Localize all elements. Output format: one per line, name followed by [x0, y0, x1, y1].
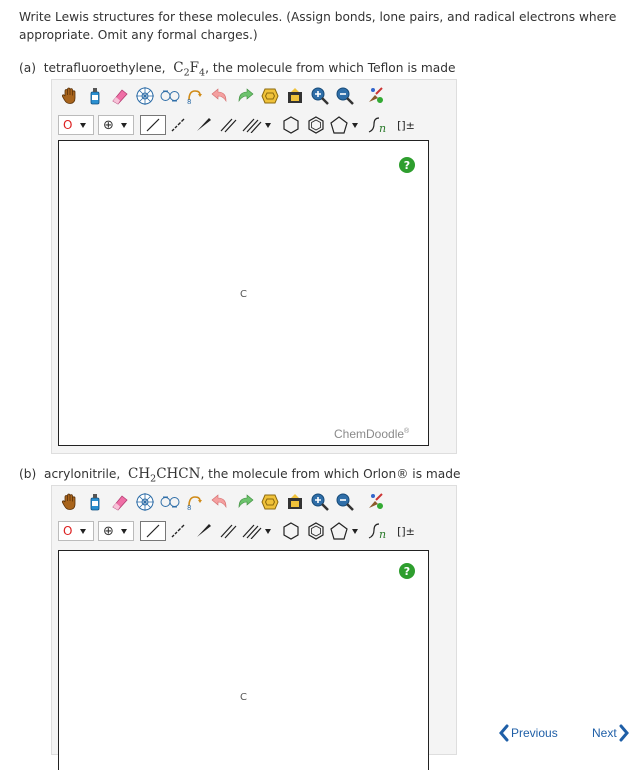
ring-select[interactable] — [329, 115, 358, 135]
element-select[interactable]: O — [58, 521, 94, 541]
bracket-charge-icon[interactable]: []± — [393, 114, 419, 136]
chevron-left-icon — [499, 724, 509, 742]
charge-select[interactable]: ⊕ — [98, 115, 134, 135]
charge-select[interactable]: ⊕ — [98, 521, 134, 541]
svg-text:8: 8 — [187, 504, 191, 512]
canvas-atom[interactable]: C — [240, 289, 247, 300]
clean-structure-icon[interactable] — [364, 491, 388, 513]
single-bond-icon[interactable] — [140, 521, 166, 541]
template-icon[interactable] — [258, 491, 282, 513]
center-molecule-icon[interactable] — [133, 85, 157, 107]
chevron-right-icon — [619, 724, 629, 742]
sgroup-repeat-icon[interactable]: n — [366, 114, 392, 136]
drawing-canvas-b[interactable]: ? C — [58, 550, 429, 770]
flip-vertical-icon[interactable]: 8 — [183, 491, 207, 513]
zoom-out-icon[interactable] — [333, 85, 357, 107]
svg-text:n: n — [379, 528, 386, 541]
question-b-formula: CH2CHCN — [128, 466, 201, 485]
question-a-name: tetrafluoroethylene, — [43, 61, 166, 75]
question-a-formula: C2F4 — [173, 60, 206, 79]
next-label: Next — [592, 726, 617, 740]
question-b-label: (b) — [19, 467, 37, 481]
question-a-line: (a) tetrafluoroethylene, C2F4, the molec… — [19, 60, 456, 79]
chemdoodle-editor-a: 8 O ⊕ n []± ? C ChemDoodle® — [51, 79, 457, 454]
triple-bond-select[interactable] — [242, 523, 271, 539]
undo-icon[interactable] — [208, 85, 232, 107]
triple-bond-select[interactable] — [242, 117, 271, 133]
clean-structure-icon[interactable] — [364, 85, 388, 107]
eraser-icon[interactable] — [108, 85, 132, 107]
single-bond-icon[interactable] — [140, 115, 166, 135]
wedge-bond-icon[interactable] — [192, 114, 216, 136]
svg-text:8: 8 — [187, 98, 191, 106]
flip-molecule-icon[interactable] — [158, 491, 182, 513]
eraser-icon[interactable] — [108, 491, 132, 513]
cyclohexane-icon[interactable] — [279, 114, 303, 136]
toolbar-row-2: O ⊕ n []± — [58, 519, 420, 543]
hand-pan-icon[interactable] — [58, 85, 82, 107]
chemdoodle-brand: ChemDoodle® — [334, 427, 410, 441]
chemdoodle-editor-b: 8 O ⊕ n []± ? C — [51, 485, 457, 770]
next-button[interactable]: Next — [592, 724, 629, 742]
template-icon[interactable] — [258, 85, 282, 107]
redo-icon[interactable] — [233, 85, 257, 107]
wedge-bond-icon[interactable] — [192, 520, 216, 542]
save-template-icon[interactable] — [283, 85, 307, 107]
drawing-canvas-a[interactable]: ? C ChemDoodle® — [58, 140, 429, 446]
question-a-suffix: , the molecule from which Teflon is made — [205, 61, 456, 75]
hand-pan-icon[interactable] — [58, 491, 82, 513]
toolbar-row-2: O ⊕ n []± — [58, 113, 420, 137]
bracket-charge-icon[interactable]: []± — [393, 520, 419, 542]
zoom-out-icon[interactable] — [333, 491, 357, 513]
question-a-label: (a) — [19, 61, 36, 75]
benzene-icon[interactable] — [304, 114, 328, 136]
sgroup-repeat-icon[interactable]: n — [366, 520, 392, 542]
question-b-name: acrylonitrile, — [44, 467, 121, 481]
wedge-hash-bond-icon[interactable] — [167, 114, 191, 136]
flip-vertical-icon[interactable]: 8 — [183, 85, 207, 107]
double-bond-icon[interactable] — [217, 114, 241, 136]
ring-select[interactable] — [329, 521, 358, 541]
help-icon[interactable]: ? — [399, 563, 415, 579]
wedge-hash-bond-icon[interactable] — [167, 520, 191, 542]
double-bond-icon[interactable] — [217, 520, 241, 542]
cyclohexane-icon[interactable] — [279, 520, 303, 542]
zoom-in-icon[interactable] — [308, 491, 332, 513]
element-select[interactable]: O — [58, 115, 94, 135]
redo-icon[interactable] — [233, 491, 257, 513]
previous-label: Previous — [511, 726, 558, 740]
toolbar-row-1: 8 — [58, 84, 389, 108]
question-b-suffix: , the molecule from which Orlon® is made — [200, 467, 461, 481]
benzene-icon[interactable] — [304, 520, 328, 542]
help-icon[interactable]: ? — [399, 157, 415, 173]
question-prompt: Write Lewis structures for these molecul… — [19, 10, 617, 42]
undo-icon[interactable] — [208, 491, 232, 513]
question-b-line: (b) acrylonitrile, CH2CHCN, the molecule… — [19, 466, 461, 485]
svg-text:n: n — [379, 122, 386, 135]
zoom-in-icon[interactable] — [308, 85, 332, 107]
clear-bottle-icon[interactable] — [83, 491, 107, 513]
flip-molecule-icon[interactable] — [158, 85, 182, 107]
toolbar-row-1: 8 — [58, 490, 389, 514]
save-template-icon[interactable] — [283, 491, 307, 513]
clear-bottle-icon[interactable] — [83, 85, 107, 107]
center-molecule-icon[interactable] — [133, 491, 157, 513]
canvas-atom[interactable]: C — [240, 692, 247, 703]
previous-button[interactable]: Previous — [499, 724, 558, 742]
